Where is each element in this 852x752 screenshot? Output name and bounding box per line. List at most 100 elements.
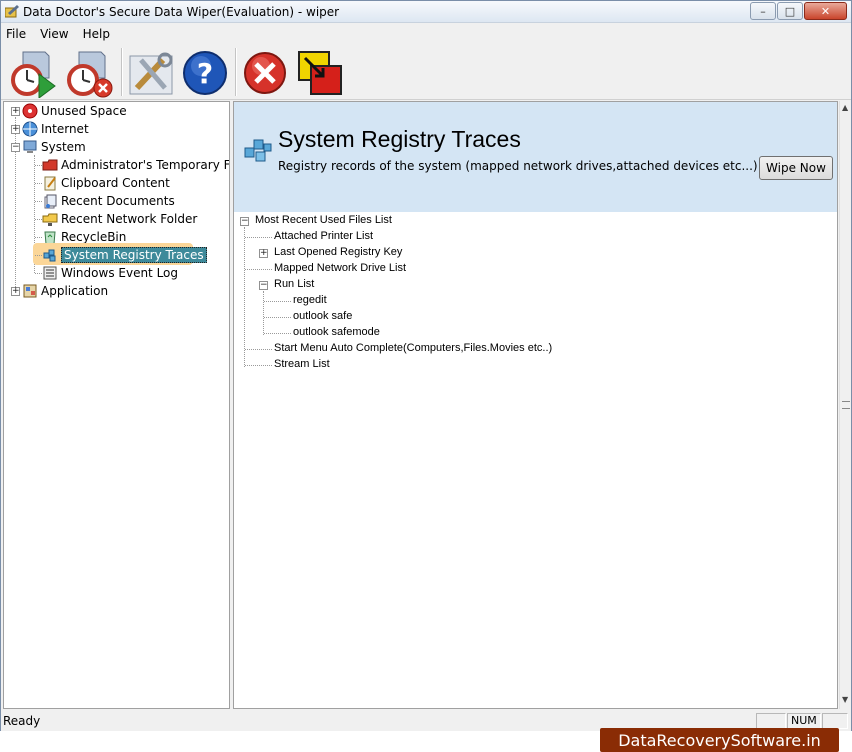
tree-item-label-selected: System Registry Traces <box>61 247 207 263</box>
settings-tools-icon <box>129 52 173 95</box>
tree-item-label: Unused Space <box>41 104 127 118</box>
section-title: System Registry Traces <box>278 126 521 152</box>
scroll-down-icon[interactable]: ▼ <box>842 695 848 704</box>
stop-schedule-button[interactable] <box>65 48 115 98</box>
tree-expander[interactable]: + <box>11 125 20 134</box>
registry-node-outlook-safe[interactable]: outlook safe <box>293 310 352 326</box>
registry-node-mru-files[interactable]: Most Recent Used Files List <box>255 214 392 230</box>
details-header: System Registry Traces Registry records … <box>234 102 837 212</box>
network-folder-icon <box>42 213 58 226</box>
clipboard-icon <box>44 176 56 191</box>
registry-node-mapped-drives[interactable]: Mapped Network Drive List <box>274 262 406 278</box>
details-pane: System Registry Traces Registry records … <box>233 101 838 709</box>
toolbar-separator <box>121 48 123 96</box>
registry-node-outlook-safemode[interactable]: outlook safemode <box>293 326 380 342</box>
settings-button[interactable] <box>127 48 177 98</box>
tree-expander[interactable]: − <box>11 143 20 152</box>
toolbar: ? <box>1 44 851 100</box>
status-num: NUM <box>787 713 821 729</box>
stop-schedule-icon <box>67 51 113 98</box>
close-button[interactable]: ✕ <box>804 2 847 20</box>
help-button[interactable]: ? <box>181 48 231 98</box>
tree-item-admin-temp-files[interactable]: Administrator's Temporary Files <box>42 156 230 174</box>
tree-expander[interactable]: − <box>240 217 249 226</box>
app-window: Data Doctor's Secure Data Wiper(Evaluati… <box>0 0 852 731</box>
tree-item-clipboard[interactable]: Clipboard Content <box>42 174 170 192</box>
toolbar-separator <box>235 48 237 96</box>
title-bar: Data Doctor's Secure Data Wiper(Evaluati… <box>1 1 851 23</box>
start-wipe-button[interactable] <box>9 48 59 99</box>
tree-connector <box>245 269 272 270</box>
registry-icon <box>43 249 56 262</box>
menu-view[interactable]: View <box>40 27 68 41</box>
registry-node-attached-printers[interactable]: Attached Printer List <box>274 230 373 246</box>
maximize-button[interactable]: □ <box>777 2 803 20</box>
about-icon <box>298 51 342 95</box>
computer-icon <box>23 140 37 153</box>
vertical-scrollbar[interactable]: ▲ ▼ <box>839 101 851 709</box>
tree-connector <box>35 201 42 202</box>
tree-item-label: Administrator's Temporary Files <box>61 158 230 172</box>
minimize-button[interactable]: – <box>750 2 776 20</box>
tree-item-system[interactable]: System <box>22 138 86 156</box>
tree-connector <box>35 183 42 184</box>
scroll-thumb[interactable] <box>842 401 850 409</box>
tree-connector <box>35 273 42 274</box>
tree-item-label: System <box>41 140 86 154</box>
help-icon: ? <box>183 51 227 95</box>
tree-connector <box>35 237 42 238</box>
scroll-up-icon[interactable]: ▲ <box>842 103 848 112</box>
tree-item-system-registry-traces[interactable]: System Registry Traces <box>42 246 207 264</box>
wipe-now-button[interactable]: Wipe Now <box>759 156 833 180</box>
tree-item-label: Windows Event Log <box>61 266 179 280</box>
folder-red-icon <box>42 159 58 171</box>
brand-watermark: DataRecoverySoftware.in <box>600 728 839 752</box>
window-title: Data Doctor's Secure Data Wiper(Evaluati… <box>23 5 340 19</box>
tree-connector <box>264 317 291 318</box>
tree-item-label: Internet <box>41 122 89 136</box>
application-icon <box>23 284 37 298</box>
tree-expander[interactable]: − <box>259 281 268 290</box>
tree-expander[interactable]: + <box>11 107 20 116</box>
menu-help[interactable]: Help <box>83 27 110 41</box>
tree-item-label: Application <box>41 284 109 298</box>
registry-node-start-menu-autocomplete[interactable]: Start Menu Auto Complete(Computers,Files… <box>274 342 552 358</box>
about-button[interactable] <box>295 48 345 98</box>
exit-button[interactable] <box>241 48 291 98</box>
tree-item-label: Recent Documents <box>61 194 175 208</box>
tree-connector <box>35 165 42 166</box>
tree-item-application[interactable]: Application <box>22 282 108 300</box>
tree-item-windows-event-log[interactable]: Windows Event Log <box>42 264 178 282</box>
exit-icon <box>244 52 286 94</box>
event-log-icon <box>43 266 57 280</box>
registry-node-regedit[interactable]: regedit <box>293 294 327 310</box>
tree-connector <box>35 255 42 256</box>
tree-connector <box>245 365 272 366</box>
disk-icon <box>22 103 38 119</box>
globe-icon <box>22 121 38 137</box>
status-cell-empty <box>756 713 786 729</box>
tree-expander[interactable]: + <box>11 287 20 296</box>
category-tree[interactable]: + Unused Space + Internet − System Admin… <box>3 101 230 709</box>
tree-item-recent-network-folder[interactable]: Recent Network Folder <box>42 210 197 228</box>
section-description: Registry records of the system (mapped n… <box>278 159 758 173</box>
registry-node-run-list[interactable]: Run List <box>274 278 314 294</box>
tree-item-recent-documents[interactable]: Recent Documents <box>42 192 175 210</box>
tree-connector <box>264 333 291 334</box>
menu-file[interactable]: File <box>6 27 26 41</box>
app-icon <box>5 5 19 18</box>
registry-node-stream-list[interactable]: Stream List <box>274 358 330 374</box>
tree-item-label: Clipboard Content <box>61 176 170 190</box>
tree-item-unused-space[interactable]: Unused Space <box>22 102 127 120</box>
registry-icon <box>244 139 272 162</box>
status-text: Ready <box>3 714 41 728</box>
tree-item-label: Recent Network Folder <box>61 212 198 226</box>
start-wipe-icon <box>11 51 56 99</box>
tree-item-internet[interactable]: Internet <box>22 120 89 138</box>
tree-expander[interactable]: + <box>259 249 268 258</box>
tree-connector <box>35 219 42 220</box>
tree-connector <box>263 291 264 335</box>
tree-connector <box>245 349 272 350</box>
tree-connector <box>244 227 245 367</box>
registry-node-last-opened-key[interactable]: Last Opened Registry Key <box>274 246 402 262</box>
